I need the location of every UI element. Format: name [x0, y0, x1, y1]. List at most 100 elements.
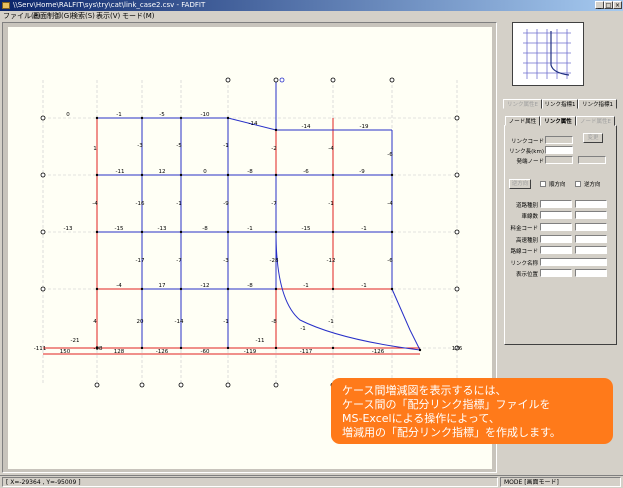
menu-bar: ファイル(F) 画面制御(G) 検索(S) 表示(V) モード(M)	[0, 11, 623, 21]
node-inner	[140, 346, 144, 350]
callout-line-4: 増減用の「配分リンク指標」を作成します。	[342, 426, 561, 439]
link-value-label: 150	[60, 349, 71, 355]
node-inner	[274, 287, 278, 291]
road-type-field[interactable]	[540, 200, 572, 208]
display-pos-label: 表示位置	[515, 272, 538, 278]
link-value-label: 128	[114, 349, 125, 355]
start-node-label: 発端ノード	[516, 159, 544, 165]
menu-view[interactable]: 表示(V)	[96, 11, 120, 21]
link-value-label: -12	[327, 258, 336, 264]
node	[225, 382, 231, 388]
overview-map[interactable]	[512, 22, 584, 86]
link-value-label: -9	[359, 169, 365, 175]
backward-label: 逆方向	[584, 182, 601, 188]
node-inner	[390, 230, 394, 234]
overview-map-graphic	[523, 29, 571, 79]
fare-field[interactable]	[540, 223, 572, 231]
link-value-label: -12	[201, 283, 210, 289]
callout-line-3: MS-Excelによる操作によって、	[342, 412, 500, 425]
link-length-field[interactable]	[545, 146, 573, 154]
display-pos-field-2[interactable]	[575, 269, 607, 277]
link-value-label: -1	[223, 319, 228, 325]
lanes-field[interactable]	[540, 211, 572, 219]
callout-line-1: ケース間増減図を表示するには、	[342, 384, 507, 397]
link-value-label: 4	[93, 319, 97, 325]
menu-mode[interactable]: モード(M)	[122, 11, 155, 21]
node-inner	[95, 287, 99, 291]
close-button[interactable]: ×	[613, 1, 622, 9]
node	[389, 77, 395, 83]
tab-link-attr[interactable]: リンク属性	[540, 116, 576, 126]
node-inner	[179, 230, 183, 234]
link-name-field[interactable]	[540, 258, 607, 266]
minimize-button[interactable]: _	[595, 1, 604, 9]
tab-link-attr-e[interactable]: リンク属性E	[503, 99, 542, 109]
lanes-field-2[interactable]	[575, 211, 607, 219]
link-code-field	[545, 136, 573, 144]
menu-search[interactable]: 検索(S)	[71, 11, 95, 21]
link-value-label: -60	[201, 349, 210, 355]
road-type-label: 道路種別	[515, 203, 538, 209]
node-inner	[140, 287, 144, 291]
link-value-label: -1	[247, 226, 252, 232]
link-length-label: リンク長(km)	[509, 149, 544, 155]
road-type-field-2[interactable]	[575, 200, 607, 208]
node	[454, 286, 460, 292]
maximize-button[interactable]: □	[604, 1, 613, 9]
node	[454, 172, 460, 178]
app-icon	[2, 2, 10, 9]
tab-link-index-1[interactable]: リンク指標1	[542, 99, 578, 109]
link-value-label: -13	[64, 226, 73, 232]
tab-node-attr[interactable]: ノード属性	[505, 116, 540, 126]
node-inner	[226, 346, 230, 350]
display-pos-field[interactable]	[540, 269, 572, 277]
link-value-label: -19	[360, 124, 369, 130]
node-inner	[274, 230, 278, 234]
node	[273, 382, 279, 388]
link-value-label: -10	[201, 112, 210, 118]
node-inner	[331, 346, 335, 350]
node	[40, 229, 46, 235]
node-inner	[390, 173, 394, 177]
class-field[interactable]	[540, 235, 572, 243]
link-value-label: -98	[94, 346, 103, 352]
node-inner	[179, 346, 183, 350]
title-bar: \\Serv\Home\RALFIT\sys\try\cat\link_case…	[0, 0, 623, 11]
link-value-label: -17	[136, 258, 145, 264]
reverse-button[interactable]: 逆方向	[509, 179, 531, 189]
lanes-label: 車線数	[521, 214, 538, 220]
node-inner	[140, 230, 144, 234]
link-value-label: -111	[34, 346, 46, 352]
link-value-label: -1	[303, 283, 308, 289]
node-inner	[331, 173, 335, 177]
link-value-label: -119	[244, 349, 257, 355]
link-value-label: -4	[92, 201, 98, 207]
route-label: 路線コード	[510, 249, 538, 255]
link-blue-curve	[275, 231, 421, 351]
link-value-label: -14	[302, 124, 311, 130]
link-value-label: -7	[176, 258, 182, 264]
backward-checkbox[interactable]	[575, 181, 581, 187]
tab-node-attr-e[interactable]: ノード属性E	[576, 116, 615, 126]
route-field[interactable]	[540, 246, 572, 254]
fare-field-2[interactable]	[575, 223, 607, 231]
node	[139, 382, 145, 388]
link-value-label: -8	[247, 169, 253, 175]
menu-screen-control[interactable]: 画面制御(G)	[33, 11, 72, 21]
link-value-label: -9	[223, 201, 229, 207]
forward-checkbox[interactable]	[540, 181, 546, 187]
link-value-label: -126	[372, 349, 385, 355]
class-field-2[interactable]	[575, 235, 607, 243]
tab-link-index-2[interactable]: リンク指標1	[578, 99, 617, 109]
apply-button[interactable]: 変更	[583, 133, 603, 143]
route-field-2[interactable]	[575, 246, 607, 254]
link-value-label: -1	[361, 283, 366, 289]
node-selected	[279, 77, 285, 83]
node-inner	[274, 173, 278, 177]
class-label: 高速種別	[515, 238, 538, 244]
end-node-field	[578, 156, 606, 164]
node-inner	[179, 173, 183, 177]
link-name-label: リンク名称	[510, 261, 538, 267]
link-value-label: -3	[223, 258, 229, 264]
status-bar: [ X=-29364 , Y=-95009 ] MODE [画面モード]	[0, 475, 623, 488]
